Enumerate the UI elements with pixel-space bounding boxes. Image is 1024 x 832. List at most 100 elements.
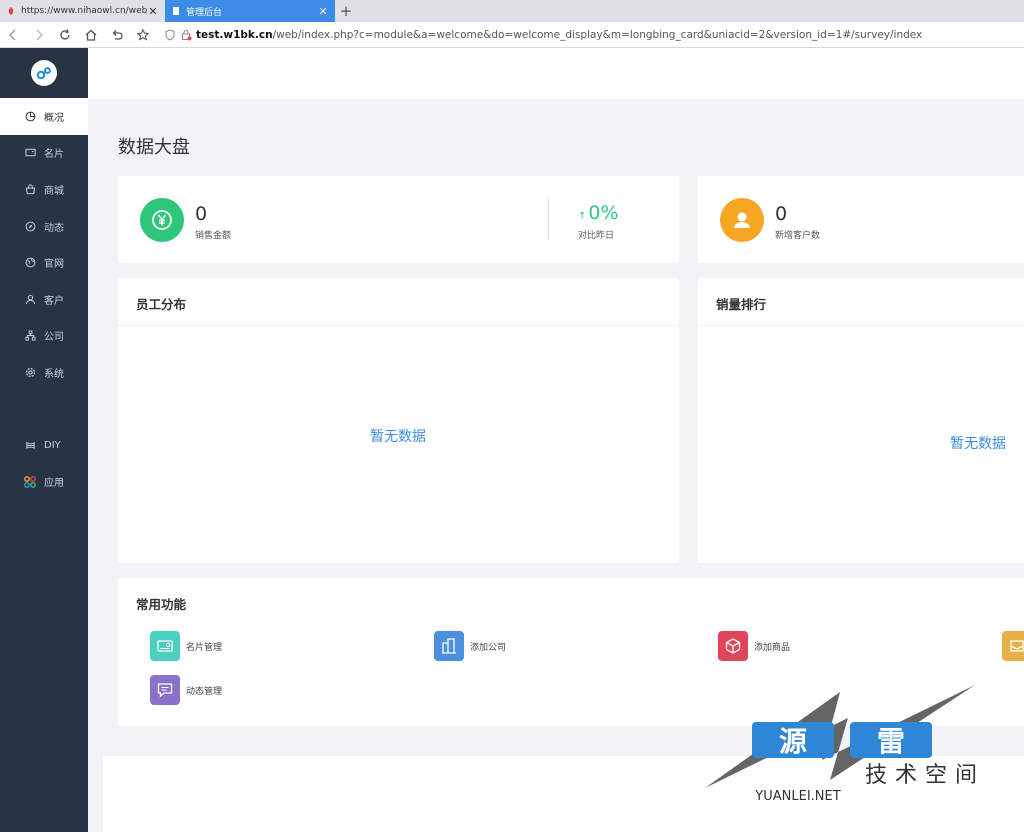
globe-icon bbox=[24, 257, 36, 269]
site-favicon-icon bbox=[6, 6, 16, 16]
id-card-icon bbox=[150, 631, 180, 661]
url-host: test.w1bk.cn bbox=[196, 28, 273, 41]
empty-state-text: 暂无数据 bbox=[950, 436, 1006, 452]
sidebar-item-card[interactable]: 名片 bbox=[0, 135, 88, 172]
watermark-domain: YUANLEI.NET bbox=[754, 789, 840, 804]
sidebar-item-overview[interactable]: 概况 bbox=[0, 98, 88, 135]
func-card-management[interactable]: 名片管理 bbox=[150, 631, 222, 661]
func-label: 动态管理 bbox=[186, 686, 223, 697]
customers-stat-card: 0 新增客户数 bbox=[698, 176, 1024, 263]
bookmark-button[interactable] bbox=[130, 22, 156, 48]
func-add-product[interactable]: 添加商品 bbox=[718, 631, 790, 661]
close-icon[interactable]: ✕ bbox=[147, 5, 159, 18]
user-icon bbox=[24, 293, 36, 305]
browser-tab-1-title: https://www.nihaowl.cn/web/ bbox=[21, 6, 147, 16]
pie-chart-icon bbox=[24, 110, 36, 122]
sidebar-item-shop[interactable]: 商城 bbox=[0, 171, 88, 208]
chevron-left-icon bbox=[9, 29, 16, 40]
sidebar-item-label: 名片 bbox=[44, 149, 64, 161]
sidebar-item-apps[interactable]: 应用 bbox=[0, 463, 88, 500]
browser-tab-2[interactable]: 管理后台 ✕ bbox=[165, 0, 335, 22]
panel-title: 销量排行 bbox=[716, 297, 767, 312]
undo-button[interactable] bbox=[104, 22, 130, 48]
compass-icon bbox=[24, 220, 36, 232]
card-icon bbox=[24, 147, 36, 159]
app-logo[interactable] bbox=[0, 48, 88, 98]
browser-tab-2-title: 管理后台 bbox=[186, 7, 223, 18]
shield-icon bbox=[164, 28, 176, 41]
arrow-up-icon: ↑ bbox=[578, 211, 587, 222]
customers-label: 新增客户数 bbox=[775, 231, 821, 241]
panel-divider bbox=[698, 325, 1024, 326]
sidebar-item-label: 客户 bbox=[44, 295, 64, 307]
panel-divider bbox=[118, 325, 679, 326]
sales-label: 销售金额 bbox=[195, 231, 232, 241]
stat-divider bbox=[548, 198, 549, 240]
insecure-lock-icon bbox=[180, 29, 192, 41]
close-icon[interactable]: ✕ bbox=[317, 5, 329, 18]
func-add-company[interactable]: 添加公司 bbox=[434, 631, 506, 661]
sidebar-item-label: 公司 bbox=[44, 332, 64, 344]
func-label: 添加公司 bbox=[470, 642, 507, 653]
func-partial-item[interactable] bbox=[1002, 631, 1024, 661]
sidebar-item-company[interactable]: 公司 bbox=[0, 318, 88, 355]
sidebar-item-moments[interactable]: 动态 bbox=[0, 208, 88, 245]
top-header bbox=[88, 48, 1024, 99]
watermark-char1: 源 bbox=[779, 725, 807, 758]
browser-tab-bar: https://www.nihaowl.cn/web/ ✕ 管理后台 ✕ + bbox=[0, 0, 1024, 22]
back-button[interactable] bbox=[0, 22, 26, 48]
sidebar-item-label: DIY bbox=[44, 439, 61, 451]
reload-button[interactable] bbox=[52, 22, 78, 48]
sidebar-item-system[interactable]: 系统 bbox=[0, 354, 88, 391]
address-bar: test.w1bk.cn/web/index.php?c=module&a=we… bbox=[0, 22, 1024, 48]
new-tab-button[interactable]: + bbox=[335, 0, 357, 22]
chevron-right-icon bbox=[36, 29, 43, 40]
sales-value: 0 bbox=[195, 203, 208, 225]
sidebar-item-label: 应用 bbox=[44, 478, 64, 490]
building-icon bbox=[434, 631, 464, 661]
org-icon bbox=[24, 330, 36, 342]
customers-value: 0 bbox=[775, 203, 788, 225]
document-icon bbox=[171, 6, 181, 16]
func-label: 添加商品 bbox=[754, 642, 791, 653]
sidebar-item-label: 系统 bbox=[44, 368, 64, 380]
home-icon bbox=[85, 29, 97, 41]
browser-tab-1[interactable]: https://www.nihaowl.cn/web/ ✕ bbox=[0, 0, 165, 22]
sidebar-item-label: 概况 bbox=[44, 112, 64, 124]
person-icon bbox=[720, 198, 764, 242]
sidebar-item-label: 官网 bbox=[44, 259, 64, 271]
logo-icon bbox=[31, 60, 57, 86]
sales-stat-card: 0 销售金额 ↑ 0% 对比昨日 bbox=[118, 176, 679, 263]
page-title: 数据大盘 bbox=[118, 137, 190, 158]
compare-label: 对比昨日 bbox=[578, 231, 615, 241]
sidebar-item-diy[interactable]: DIY bbox=[0, 427, 88, 464]
staff-distribution-panel: 员工分布 暂无数据 bbox=[118, 278, 679, 563]
inbox-icon bbox=[1002, 631, 1024, 661]
reload-icon bbox=[60, 28, 70, 40]
undo-icon bbox=[112, 29, 123, 40]
apps-icon bbox=[24, 475, 36, 488]
compare-value: ↑ 0% bbox=[578, 202, 619, 224]
panel-title: 员工分布 bbox=[136, 297, 187, 312]
sales-ranking-panel: 销量排行 暂无数据 bbox=[698, 278, 1024, 563]
func-moments-management[interactable]: 动态管理 bbox=[150, 675, 222, 705]
watermark-char2: 雷 bbox=[877, 725, 905, 758]
forward-button[interactable] bbox=[26, 22, 52, 48]
box-icon bbox=[718, 631, 748, 661]
sidebar-item-customers[interactable]: 客户 bbox=[0, 281, 88, 318]
shop-icon bbox=[24, 183, 36, 195]
diy-icon bbox=[24, 439, 36, 451]
gear-icon bbox=[24, 366, 36, 378]
sidebar: 概况 名片 商城 动态 官网 客户 公司 系统 DIY 应用 bbox=[0, 48, 88, 832]
star-icon bbox=[136, 28, 150, 41]
url-path: /web/index.php?c=module&a=welcome&do=wel… bbox=[272, 28, 923, 41]
sidebar-item-label: 商城 bbox=[44, 185, 64, 197]
sidebar-item-website[interactable]: 官网 bbox=[0, 244, 88, 281]
empty-state-text: 暂无数据 bbox=[370, 429, 426, 445]
func-label: 名片管理 bbox=[186, 642, 223, 653]
message-icon bbox=[150, 675, 180, 705]
home-button[interactable] bbox=[78, 22, 104, 48]
url-field[interactable]: test.w1bk.cn/web/index.php?c=module&a=we… bbox=[164, 29, 922, 41]
watermark-subtitle: 技术空间 bbox=[865, 763, 985, 788]
